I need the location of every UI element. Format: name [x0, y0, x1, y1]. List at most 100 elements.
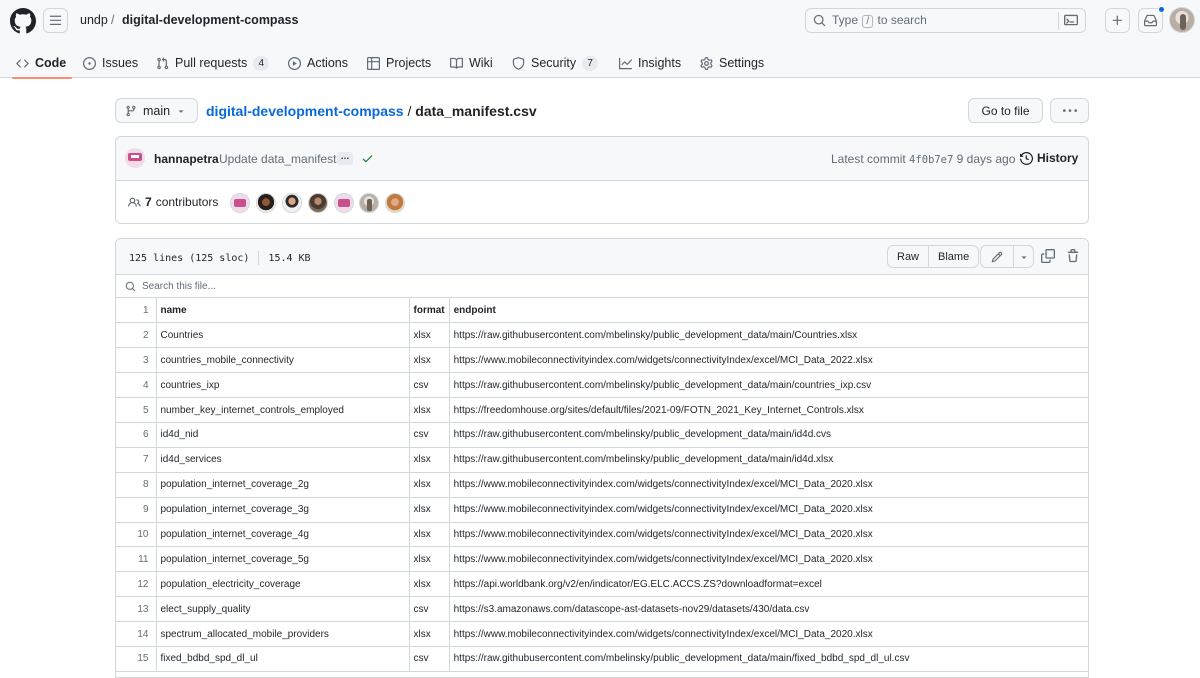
- line-number[interactable]: 13: [116, 596, 157, 623]
- line-number[interactable]: 6: [116, 422, 157, 448]
- github-logo-icon[interactable]: [10, 8, 36, 34]
- cell-endpoint: https://www.mobileconnectivityindex.com/…: [449, 546, 1088, 573]
- more-options-button[interactable]: [1050, 98, 1089, 123]
- raw-button[interactable]: Raw: [888, 246, 928, 267]
- notifications-button[interactable]: [1138, 6, 1165, 33]
- line-number[interactable]: 15: [116, 646, 157, 672]
- cell-name: population_internet_coverage_5g: [156, 546, 410, 573]
- contributor-avatar[interactable]: [308, 193, 328, 213]
- go-to-file-button[interactable]: Go to file: [968, 98, 1043, 123]
- pencil-icon: [991, 251, 1003, 262]
- branch-selector-button[interactable]: main: [115, 98, 198, 123]
- cell-endpoint: https://www.mobileconnectivityindex.com/…: [449, 347, 1088, 374]
- cell-format: csv: [409, 646, 450, 672]
- breadcrumb-separator: /: [111, 13, 115, 27]
- expand-commit-button[interactable]: …: [337, 152, 353, 165]
- cell-name: countries_mobile_connectivity: [156, 347, 410, 374]
- edit-file-button[interactable]: [981, 246, 1013, 267]
- contributor-avatar[interactable]: [359, 193, 379, 213]
- cell-endpoint: https://raw.githubusercontent.com/mbelin…: [449, 322, 1088, 349]
- line-number[interactable]: 10: [116, 522, 157, 548]
- inbox-icon: [1144, 14, 1157, 27]
- trash-icon[interactable]: [1066, 249, 1080, 263]
- commit-summary: hannapetra Update data_manifest … Latest…: [116, 137, 1088, 181]
- line-number[interactable]: 12: [116, 571, 157, 598]
- tab-code[interactable]: Code: [11, 48, 73, 79]
- create-new-button[interactable]: [1105, 8, 1130, 33]
- cell-format: xlsx: [409, 347, 450, 374]
- commit-message[interactable]: Update data_manifest: [219, 152, 336, 166]
- history-icon: [1020, 151, 1033, 165]
- cell-endpoint: https://raw.githubusercontent.com/mbelin…: [449, 372, 1088, 399]
- file-search-input[interactable]: Search this file...: [116, 275, 1088, 298]
- csv-table: 1 name format endpoint 2 Countries xlsx htt…: [116, 298, 1088, 672]
- contributor-avatar[interactable]: [282, 193, 302, 213]
- tab-pull-requests[interactable]: Pull requests 4: [156, 48, 270, 78]
- copy-icon[interactable]: [1041, 249, 1055, 263]
- tab-label: Issues: [102, 56, 139, 70]
- history-link[interactable]: History: [1020, 151, 1078, 165]
- contributor-avatar[interactable]: [256, 193, 276, 213]
- cell-format: csv: [409, 372, 450, 399]
- tab-issues[interactable]: Issues: [83, 48, 138, 78]
- contributor-avatar[interactable]: [334, 193, 354, 213]
- tab-settings[interactable]: Settings: [700, 48, 764, 78]
- contributor-avatar[interactable]: [385, 193, 405, 213]
- path-repo-link[interactable]: digital-development-compass: [206, 103, 404, 119]
- table-row: 14 spectrum_allocated_mobile_providers xls…: [116, 621, 1088, 647]
- file-search-placeholder: Search this file...: [142, 280, 216, 292]
- tab-security[interactable]: Security 7: [512, 48, 599, 78]
- search-icon: [125, 281, 136, 291]
- tab-insights[interactable]: Insights: [619, 48, 681, 78]
- commit-author[interactable]: hannapetra: [154, 152, 219, 166]
- table-row: 3 countries_mobile_connectivity xlsx https:…: [116, 347, 1088, 374]
- tab-label: Actions: [307, 56, 348, 70]
- cell-format: xlsx: [409, 497, 450, 523]
- line-number[interactable]: 3: [116, 347, 157, 374]
- cell-endpoint: https://www.mobileconnectivityindex.com/…: [449, 497, 1088, 523]
- cell-name: id4d_services: [156, 447, 410, 473]
- line-number[interactable]: 7: [116, 447, 157, 473]
- edit-options-dropdown[interactable]: [1013, 246, 1033, 267]
- author-avatar[interactable]: [125, 148, 145, 168]
- cell-endpoint: https://www.mobileconnectivityindex.com/…: [449, 472, 1088, 498]
- repo-nav: Code Issues Pull requests 4 Actions Proj…: [0, 48, 1200, 79]
- line-number[interactable]: 5: [116, 397, 157, 423]
- line-number[interactable]: 4: [116, 372, 157, 399]
- commit-sha[interactable]: 4f0b7e7: [909, 154, 953, 166]
- line-number[interactable]: 11: [116, 546, 157, 573]
- issue-icon: [83, 56, 96, 70]
- check-icon[interactable]: [361, 152, 374, 165]
- line-number[interactable]: 8: [116, 472, 157, 498]
- tab-wiki[interactable]: Wiki: [450, 48, 493, 78]
- breadcrumb-repo[interactable]: digital-development-compass: [122, 13, 298, 27]
- triangle-down-icon: [1021, 255, 1026, 259]
- tab-projects[interactable]: Projects: [367, 48, 431, 78]
- global-search-input[interactable]: Type / to search: [805, 8, 1086, 33]
- tab-actions[interactable]: Actions: [288, 48, 348, 78]
- user-avatar[interactable]: [1169, 7, 1195, 33]
- menu-button[interactable]: [43, 8, 68, 33]
- command-palette-icon[interactable]: [1064, 13, 1078, 27]
- line-number[interactable]: 14: [116, 621, 157, 647]
- column-header-name: name: [156, 298, 410, 324]
- line-number[interactable]: 2: [116, 322, 157, 349]
- latest-commit-label: Latest commit: [831, 152, 906, 166]
- breadcrumb-owner[interactable]: undp: [80, 13, 108, 27]
- table-row: 7 id4d_services xlsx https://raw.githubuser…: [116, 447, 1088, 473]
- chevron-down-icon: [178, 109, 184, 113]
- cell-name: population_internet_coverage_4g: [156, 522, 410, 548]
- cell-endpoint: https://raw.githubusercontent.com/mbelin…: [449, 422, 1088, 448]
- contributor-avatar[interactable]: [230, 193, 250, 213]
- line-number[interactable]: 9: [116, 497, 157, 523]
- hamburger-icon: [49, 15, 62, 25]
- contributors-link[interactable]: 7 contributors: [128, 195, 218, 209]
- graph-icon: [619, 57, 632, 69]
- cell-format: xlsx: [409, 621, 450, 647]
- search-hint: Type / to search: [832, 13, 927, 28]
- file-line-count: 125 lines (125 sloc): [129, 252, 250, 264]
- cell-endpoint: https://s3.amazonaws.com/datascope-ast-d…: [449, 596, 1088, 623]
- blame-button[interactable]: Blame: [928, 246, 978, 267]
- file-path-breadcrumb: digital-development-compass / data_manif…: [206, 103, 537, 119]
- contributors-label: contributors: [155, 195, 219, 209]
